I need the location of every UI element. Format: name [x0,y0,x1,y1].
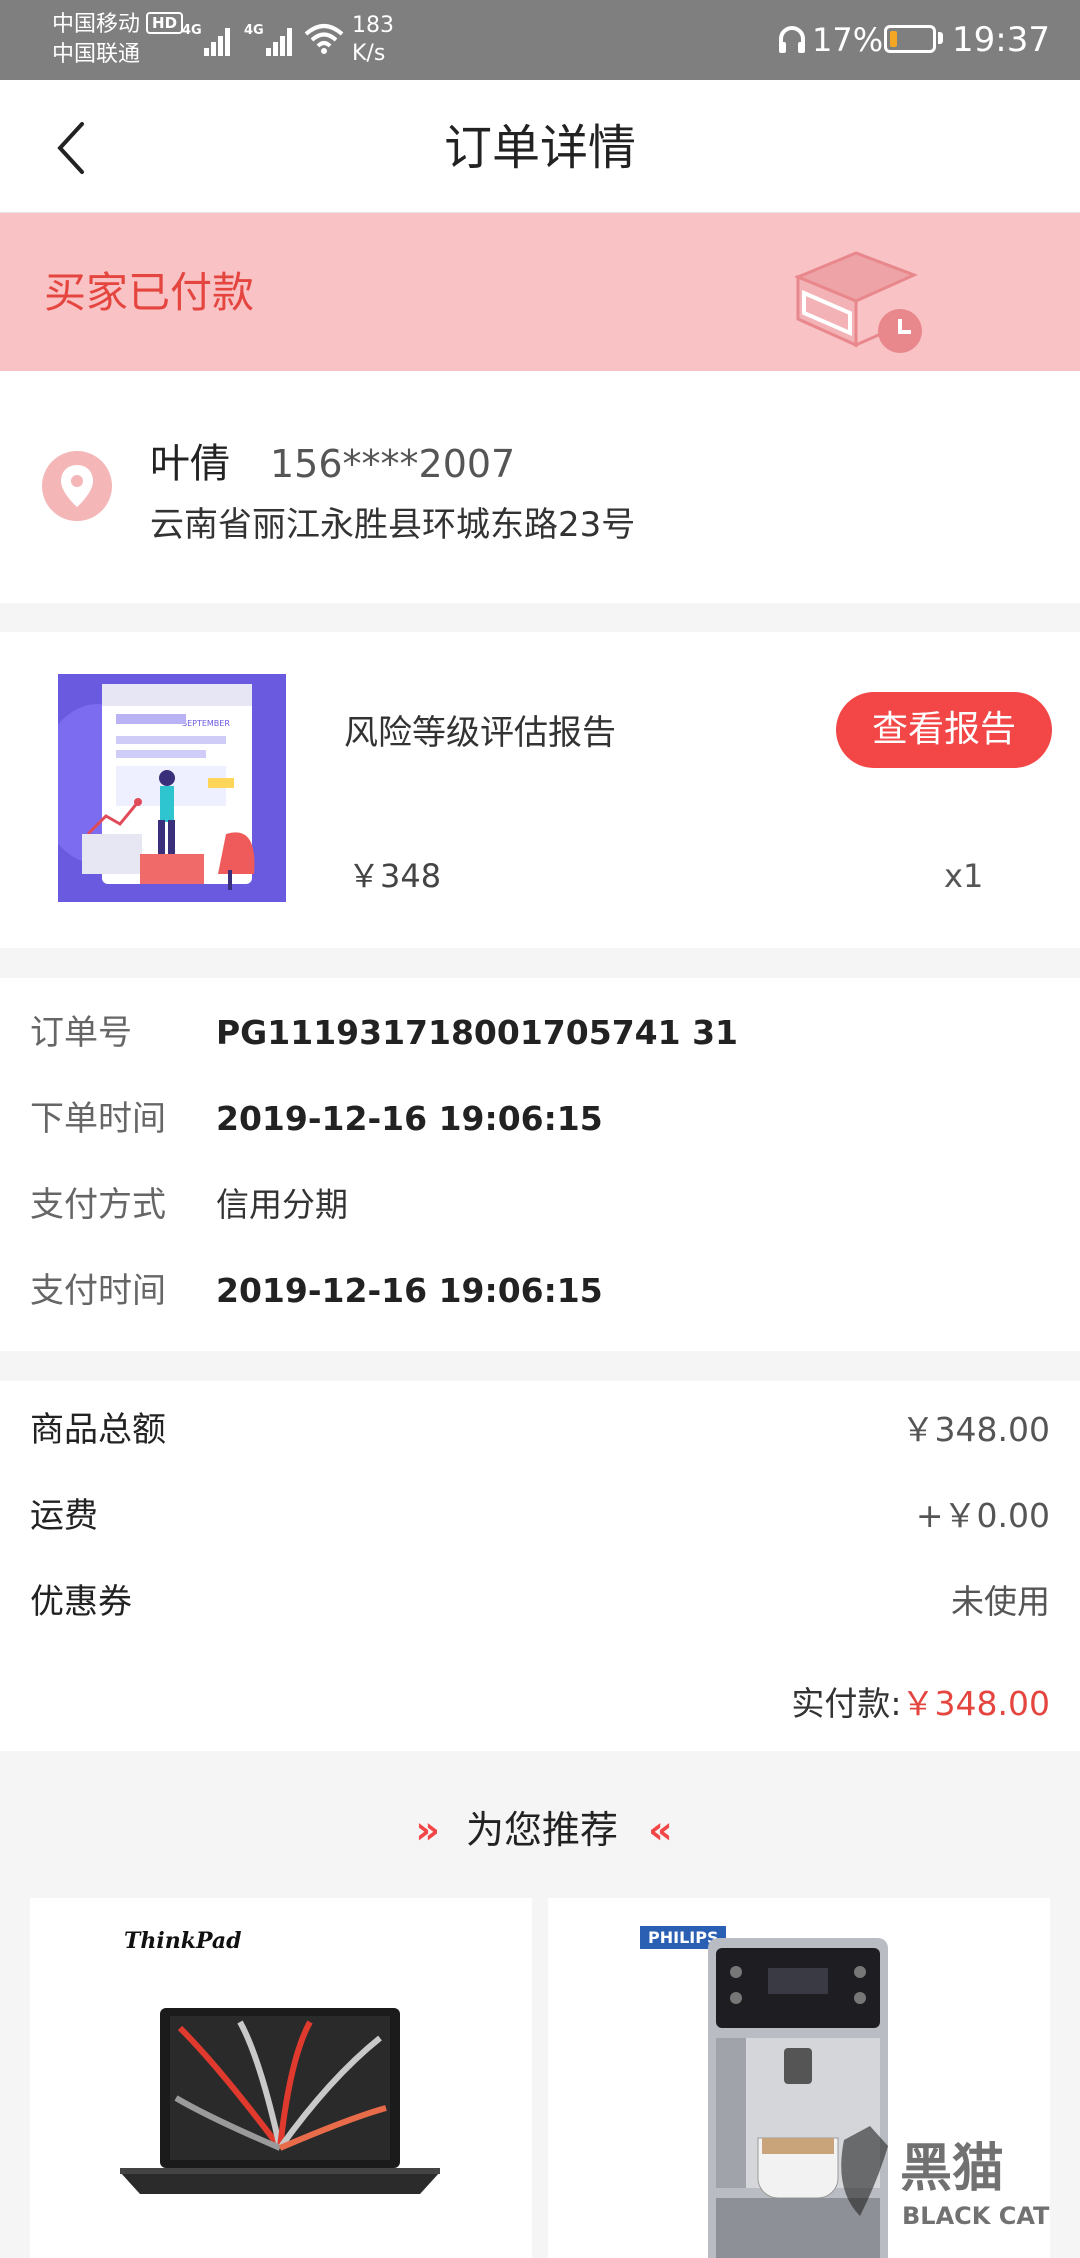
goods-total-value: ￥348.00 [901,1410,1050,1449]
order-status-banner: 买家已付款 [0,213,1080,371]
watermark-cn: 黑猫 [900,2139,1004,2199]
carrier-2: 中国联通 [52,42,141,67]
paid-amount-row: 实付款:￥348.00 [791,1681,1050,1727]
watermark-en: BLACK CAT [902,2202,1050,2230]
signal-icon-2: 4G [244,23,292,56]
shipping-address-card[interactable]: 叶倩 156****2007 云南省丽江永胜县环城东路23号 [0,371,1080,603]
battery-fill [890,31,897,47]
coupon-label: 优惠券 [30,1582,132,1622]
nav-header: 订单详情 [0,80,1080,214]
product-thumbnail[interactable]: SEPTEMBER [58,674,286,902]
chevron-right-double-icon: » [415,1808,439,1852]
shipping-fee-value: +￥0.00 [915,1496,1050,1535]
product-quantity: x1 [944,857,984,895]
shipping-fee-label: 运费 [30,1496,98,1536]
page-title: 订单详情 [443,120,636,176]
recommend-title: » 为您推荐 « [0,1802,1080,1858]
carrier-info: 中国移动 HD 中国联通 [52,10,184,70]
recommend-title-text: 为您推荐 [465,1808,618,1852]
battery-percent: 17% [812,21,884,59]
recipient-phone: 156****2007 [270,442,516,486]
location-pin-icon [42,451,112,521]
hd-badge: HD [146,12,184,34]
laptop-image [120,2008,440,2194]
order-time-label: 下单时间 [30,1099,166,1139]
status-bar: 中国移动 HD 中国联通 4G 4G 183 K/s 17% 19:37 [0,0,1080,80]
recipient-name: 叶倩 [150,441,230,487]
payment-method-label: 支付方式 [30,1185,166,1225]
product-name: 风险等级评估报告 [344,713,616,753]
headset-icon [779,26,805,53]
signal-icon-1: 4G [182,23,230,56]
net-speed: 183 K/s [352,12,394,68]
product-card: SEPTEMBER 风险等级评估报告 查看报告 ￥348 x1 [0,632,1080,948]
carrier-1: 中国移动 [52,12,141,37]
brand-label: ThinkPad [124,1928,242,1954]
view-report-button[interactable]: 查看报告 [836,692,1052,768]
order-number-value: PG111931718001705741 31 [216,1013,738,1052]
amount-summary-card: 商品总额 ￥348.00 运费 +￥0.00 优惠券 未使用 实付款:￥348.… [0,1381,1080,1751]
order-time-value: 2019-12-16 19:06:15 [216,1099,603,1138]
address-detail: 云南省丽江永胜县环城东路23号 [150,505,636,545]
payment-time-label: 支付时间 [30,1271,166,1311]
order-info-card: 订单号 PG111931718001705741 31 下单时间 2019-12… [0,978,1080,1351]
paid-amount-value: ￥348.00 [901,1684,1050,1723]
clock: 19:37 [952,20,1050,60]
watermark-logo: 黑猫 BLACK CAT [841,2126,1050,2230]
net-speed-value: 183 [352,13,394,38]
payment-time-value: 2019-12-16 19:06:15 [216,1271,603,1310]
chevron-left-double-icon: « [648,1808,672,1852]
payment-method-value: 信用分期 [216,1185,348,1224]
package-clock-icon [794,251,922,353]
coupon-value: 未使用 [951,1582,1050,1621]
net-type-2: 4G [244,23,264,38]
net-type-1: 4G [182,23,202,38]
order-status-text: 买家已付款 [44,268,255,317]
thumbnail-text: SEPTEMBER [182,719,230,728]
paid-amount-label: 实付款: [791,1684,902,1723]
battery-tip [938,32,943,44]
product-price: ￥348 [348,857,442,895]
net-speed-unit: K/s [352,41,386,66]
battery-icon [884,25,936,53]
wifi-icon [304,24,344,54]
order-number-label: 订单号 [30,1013,132,1053]
recommend-item-laptop[interactable]: ThinkPad [30,1898,532,2258]
goods-total-label: 商品总额 [30,1410,166,1450]
